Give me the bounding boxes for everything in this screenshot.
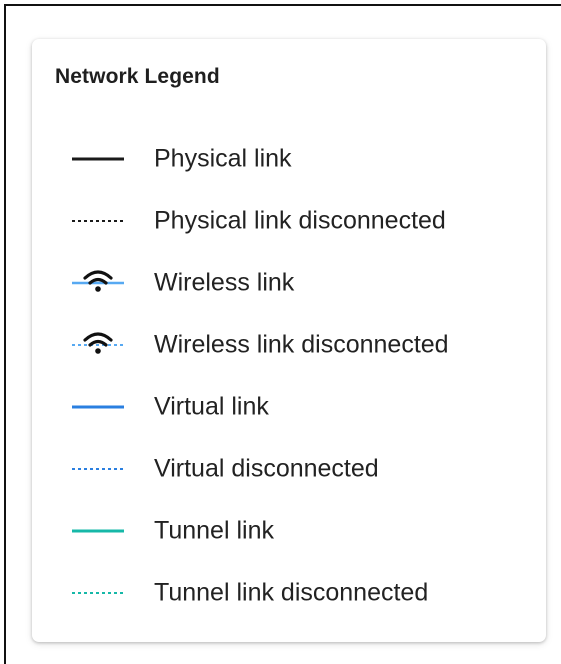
physical-link-solid-line-icon [70,144,126,174]
wireless-link-wifi-icon [70,268,126,298]
legend-label: Wireless link disconnected [154,330,449,359]
legend-item-virtual-link: Virtual link [32,376,546,438]
legend-item-virtual-disconnected: Virtual disconnected [32,438,546,500]
legend-title: Network Legend [55,65,220,88]
legend-label: Wireless link [154,268,295,297]
legend-item-tunnel-link: Tunnel link [32,500,546,562]
legend-label: Virtual link [154,392,269,421]
legend-item-wireless-link-disconnected: Wireless link disconnected [32,314,546,376]
legend-item-physical-link-disconnected: Physical link disconnected [32,190,546,252]
virtual-disconnected-dotted-line-icon [70,454,126,484]
tunnel-link-solid-line-icon [70,516,126,546]
network-legend-panel: Network Legend Physical link Physical li… [32,39,546,642]
legend-list: Physical link Physical link disconnected… [32,128,546,624]
legend-item-wireless-link: Wireless link [32,252,546,314]
virtual-link-solid-line-icon [70,392,126,422]
legend-label: Tunnel link [154,516,274,545]
legend-label: Physical link [154,144,292,173]
tunnel-link-disconnected-dotted-line-icon [70,578,126,608]
legend-item-physical-link: Physical link [32,128,546,190]
legend-label: Virtual disconnected [154,454,379,483]
legend-label: Tunnel link disconnected [154,578,429,607]
physical-link-disconnected-dotted-line-icon [70,206,126,236]
wireless-link-disconnected-wifi-icon [70,330,126,360]
legend-item-tunnel-link-disconnected: Tunnel link disconnected [32,562,546,624]
legend-label: Physical link disconnected [154,206,446,235]
